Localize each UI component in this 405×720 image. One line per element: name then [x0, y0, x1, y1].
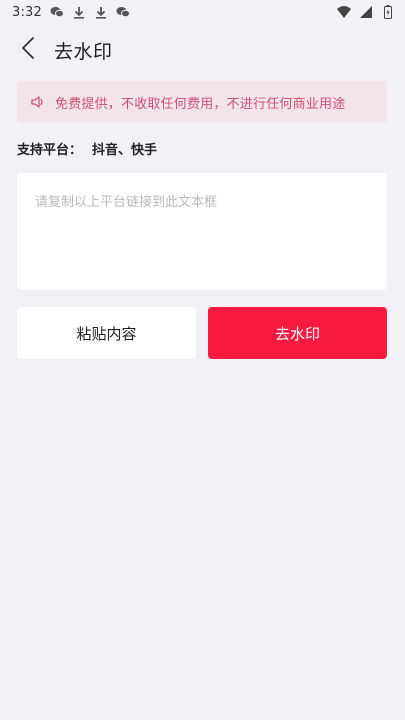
- wechat-icon: [50, 5, 64, 19]
- status-left: 3:32: [12, 5, 130, 20]
- top-bar: 去水印: [0, 28, 405, 72]
- speaker-icon: [31, 93, 45, 112]
- download-icon: [72, 5, 86, 19]
- chevron-left-icon: [21, 37, 35, 63]
- download-icon: [94, 5, 108, 19]
- back-button[interactable]: [16, 36, 40, 64]
- paste-content-button[interactable]: 粘贴内容: [17, 307, 196, 359]
- status-time: 3:32: [12, 4, 42, 20]
- wechat-icon: [116, 5, 130, 19]
- notice-text: 免费提供，不收取任何费用，不进行任何商业用途: [55, 96, 346, 112]
- link-input[interactable]: [35, 191, 369, 272]
- signal-icon: [359, 5, 373, 19]
- platforms-label: 支持平台：: [17, 143, 83, 158]
- status-right: [337, 5, 395, 19]
- page-title: 去水印: [54, 41, 113, 63]
- battery-icon: [381, 5, 395, 19]
- notice-banner: 免费提供，不收取任何费用，不进行任何商业用途: [17, 81, 387, 123]
- wifi-icon: [337, 5, 351, 19]
- link-input-box: [17, 173, 387, 290]
- status-bar: 3:32: [0, 0, 405, 24]
- supported-platforms: 支持平台： 抖音、快手: [17, 139, 157, 158]
- remove-watermark-button[interactable]: 去水印: [208, 307, 387, 359]
- platforms-list: 抖音、快手: [92, 143, 158, 158]
